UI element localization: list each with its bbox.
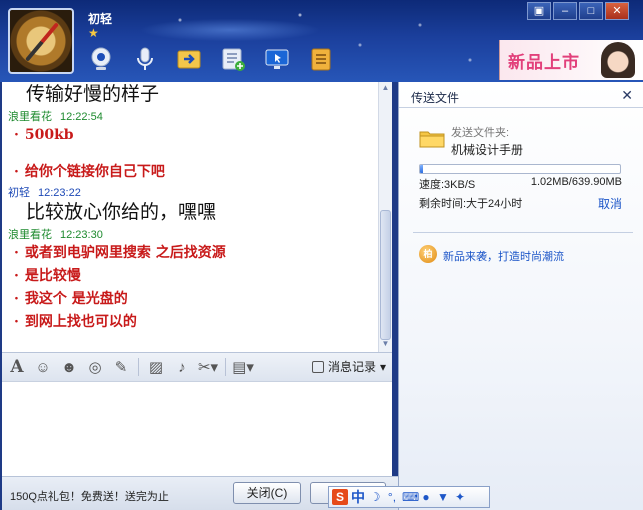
menu-icon[interactable]: ▣ bbox=[527, 2, 551, 20]
ad-model-image bbox=[601, 42, 635, 78]
message-time: 12:22:54 bbox=[60, 111, 103, 123]
transfer-speed: 速度:3KB/S bbox=[419, 179, 476, 191]
input-toolbar: A ☺ ☻ ◎ ✎ ▨ ♪ ✂▾ ▤▾ 消息记录 ▾ bbox=[2, 352, 392, 382]
level-star-icon: ★ bbox=[88, 26, 99, 40]
wrench-icon[interactable]: ✦ bbox=[453, 490, 467, 504]
moon-icon[interactable]: ☽ bbox=[368, 490, 382, 504]
scribble-icon[interactable]: ✎ bbox=[110, 356, 132, 378]
sender-name[interactable]: 初轻 bbox=[8, 187, 30, 199]
shake-icon[interactable]: ◎ bbox=[84, 356, 106, 378]
news-link[interactable]: 新品来袭，打造时尚潮流 bbox=[443, 248, 564, 264]
remaining-time: 剩余时间:大于24小时 bbox=[419, 198, 523, 210]
scrollbar-thumb[interactable] bbox=[380, 210, 391, 340]
message-header: 浪里看花 12:23:30 bbox=[8, 226, 378, 242]
chat-message: 500kb bbox=[14, 124, 378, 147]
chat-message: 到网上找也可以的 bbox=[14, 311, 378, 334]
video-call-icon[interactable] bbox=[86, 44, 116, 74]
ad-banner[interactable]: 新品上市 bbox=[499, 40, 643, 80]
ad-text: 新品上市 bbox=[508, 53, 580, 72]
send-file-icon[interactable] bbox=[174, 44, 204, 74]
file-name: 机械设计手册 bbox=[451, 143, 524, 157]
message-history-button[interactable]: 消息记录 ▾ bbox=[311, 358, 386, 375]
sender-name[interactable]: 浪里看花 bbox=[8, 111, 52, 123]
promo-link[interactable]: 150Q点礼包！免费送！送完为止 bbox=[10, 488, 169, 504]
news-badge-icon: 柏 bbox=[419, 245, 437, 263]
panel-close-icon[interactable]: ✕ bbox=[621, 87, 633, 104]
window-controls: ▣ – □ ✕ bbox=[527, 2, 629, 20]
chat-window-header: 初轻 ★ ▣ – □ ✕ 新品上市 bbox=[0, 0, 643, 82]
history-icon bbox=[311, 360, 324, 373]
chat-message: 给你个链接你自己下吧 bbox=[14, 161, 378, 184]
divider bbox=[413, 232, 633, 233]
message-time: 12:23:30 bbox=[60, 229, 103, 241]
minimize-icon[interactable]: – bbox=[553, 2, 577, 20]
magic-face-icon[interactable]: ☻ bbox=[58, 356, 80, 378]
contact-avatar[interactable] bbox=[8, 8, 74, 74]
message-input[interactable] bbox=[2, 382, 392, 476]
ime-logo-icon[interactable]: S bbox=[332, 489, 348, 505]
chat-message: 是比较慢 bbox=[14, 265, 378, 288]
contact-nickname[interactable]: 初轻 bbox=[88, 10, 112, 27]
panel-header: 传送文件 ✕ bbox=[399, 82, 643, 108]
close-button[interactable]: 关闭(C) bbox=[233, 482, 301, 504]
font-icon[interactable]: A bbox=[6, 356, 28, 378]
screenshot-icon[interactable]: ✂▾ bbox=[197, 356, 219, 378]
panel-title: 传送文件 bbox=[411, 91, 460, 105]
message-header: 浪里看花 12:22:54 bbox=[8, 108, 378, 124]
chevron-down-icon: ▾ bbox=[379, 359, 386, 374]
sending-folder-label: 发送文件夹: bbox=[451, 127, 510, 139]
remote-assist-icon[interactable] bbox=[262, 44, 292, 74]
transfer-progress-bar bbox=[419, 164, 621, 174]
user-icon[interactable]: ● bbox=[419, 490, 433, 504]
chat-message: 传输好慢的样子 bbox=[26, 84, 160, 105]
chat-message: 或者到电驴网里搜索 之后找资源 bbox=[14, 242, 378, 265]
voice-call-icon[interactable] bbox=[130, 44, 160, 74]
image-icon[interactable]: ▨ bbox=[145, 356, 167, 378]
music-icon[interactable]: ♪ bbox=[171, 356, 193, 378]
transfer-size: 1.02MB/639.90MB bbox=[530, 176, 622, 188]
chat-history[interactable]: 传输好慢的样子 浪里看花 12:22:54 500kb 给你个链接你自己下吧 初轻… bbox=[2, 82, 378, 352]
history-label: 消息记录 bbox=[327, 360, 376, 374]
skin-icon[interactable]: ▼ bbox=[436, 490, 450, 504]
folder-icon bbox=[419, 131, 445, 148]
top-toolbar bbox=[86, 44, 336, 74]
ime-toolbar: S 中 ☽ °, ⌨ ● ▼ ✦ bbox=[328, 486, 490, 508]
create-group-icon[interactable] bbox=[218, 44, 248, 74]
chat-scrollbar[interactable]: ▲ ▼ bbox=[378, 82, 392, 352]
chat-message: 比较放心你给的，嘿嘿 bbox=[26, 202, 217, 223]
apps-icon[interactable] bbox=[306, 44, 336, 74]
message-header: 初轻 12:23:22 bbox=[8, 184, 378, 200]
close-icon[interactable]: ✕ bbox=[605, 2, 629, 20]
ime-language-toggle[interactable]: 中 bbox=[351, 487, 365, 507]
keyboard-icon[interactable]: ⌨ bbox=[402, 490, 419, 504]
emoji-icon[interactable]: ☺ bbox=[32, 356, 54, 378]
scroll-down-icon[interactable]: ▼ bbox=[379, 339, 392, 351]
punctuation-icon[interactable]: °, bbox=[385, 490, 399, 504]
more-icon[interactable]: ▤▾ bbox=[232, 356, 254, 378]
maximize-icon[interactable]: □ bbox=[579, 2, 603, 20]
chat-message: 我这个 是光盘的 bbox=[14, 288, 378, 311]
file-transfer-panel: 传送文件 ✕ 发送文件夹: 机械设计手册 速度:3KB/S 1.02MB/639… bbox=[398, 82, 643, 510]
cancel-transfer-link[interactable]: 取消 bbox=[598, 195, 622, 212]
scroll-up-icon[interactable]: ▲ bbox=[379, 83, 392, 95]
message-time: 12:23:22 bbox=[38, 187, 81, 199]
sender-name[interactable]: 浪里看花 bbox=[8, 229, 52, 241]
